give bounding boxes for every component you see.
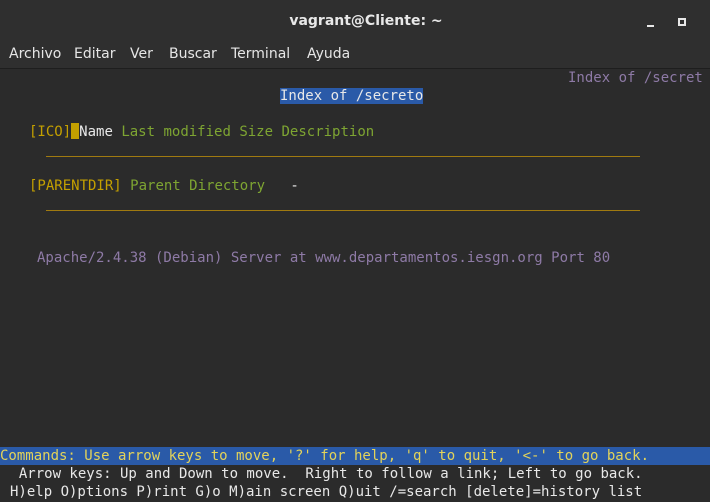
column-description-link[interactable]: Description (281, 124, 374, 140)
page-heading: Index of /secreto (280, 87, 424, 105)
lynx-status-bar: Commands: Use arrow keys to move, '?' fo… (0, 447, 710, 465)
parent-dir-size: - (290, 178, 299, 194)
menu-bar: Archivo Editar Ver Buscar Terminal Ayuda (0, 44, 710, 69)
parent-dir-icon-label: [PARENTDIR] (29, 178, 122, 194)
terminal-content[interactable]: Index of /secret Index of /secreto [ICO]… (0, 69, 710, 502)
column-size-link[interactable]: Size (239, 124, 273, 140)
lynx-help-line-2: H)elp O)ptions P)rint G)o M)ain screen Q… (10, 484, 643, 500)
page-heading-text: Index of /secreto (280, 88, 424, 104)
parent-directory-row: [PARENTDIR] Parent Directory - (29, 177, 299, 195)
menu-terminal[interactable]: Terminal (231, 46, 290, 62)
title-bar[interactable]: vagrant@Cliente: ~ (0, 0, 710, 44)
window-title: vagrant@Cliente: ~ (289, 13, 443, 29)
menu-ver[interactable]: Ver (130, 46, 153, 62)
separator-line-top (46, 156, 640, 157)
separator-line-bottom (46, 210, 640, 211)
server-signature: Apache/2.4.38 (Debian) Server at www.dep… (37, 250, 611, 266)
menu-ayuda[interactable]: Ayuda (307, 46, 350, 62)
minimize-icon[interactable] (643, 14, 659, 30)
column-last-modified-link[interactable]: Last modified (121, 124, 231, 140)
lynx-status-text: Commands: Use arrow keys to move, '?' fo… (0, 448, 650, 464)
parent-directory-link[interactable]: Parent Directory (130, 178, 265, 194)
menu-buscar[interactable]: Buscar (169, 46, 217, 62)
corner-page-title: Index of /secret (568, 70, 703, 86)
lynx-help-line-1: Arrow keys: Up and Down to move. Right t… (2, 466, 643, 482)
maximize-icon[interactable] (674, 14, 690, 30)
terminal-window: vagrant@Cliente: ~ Archivo Editar Ver Bu… (0, 0, 710, 502)
menu-editar[interactable]: Editar (74, 46, 115, 62)
text-cursor (71, 123, 80, 139)
menu-archivo[interactable]: Archivo (9, 46, 61, 62)
column-icon-label: [ICO] (29, 124, 72, 140)
column-header-row: [ICO] Name Last modified Size Description (29, 123, 374, 141)
column-name-link[interactable]: Name (79, 124, 113, 140)
